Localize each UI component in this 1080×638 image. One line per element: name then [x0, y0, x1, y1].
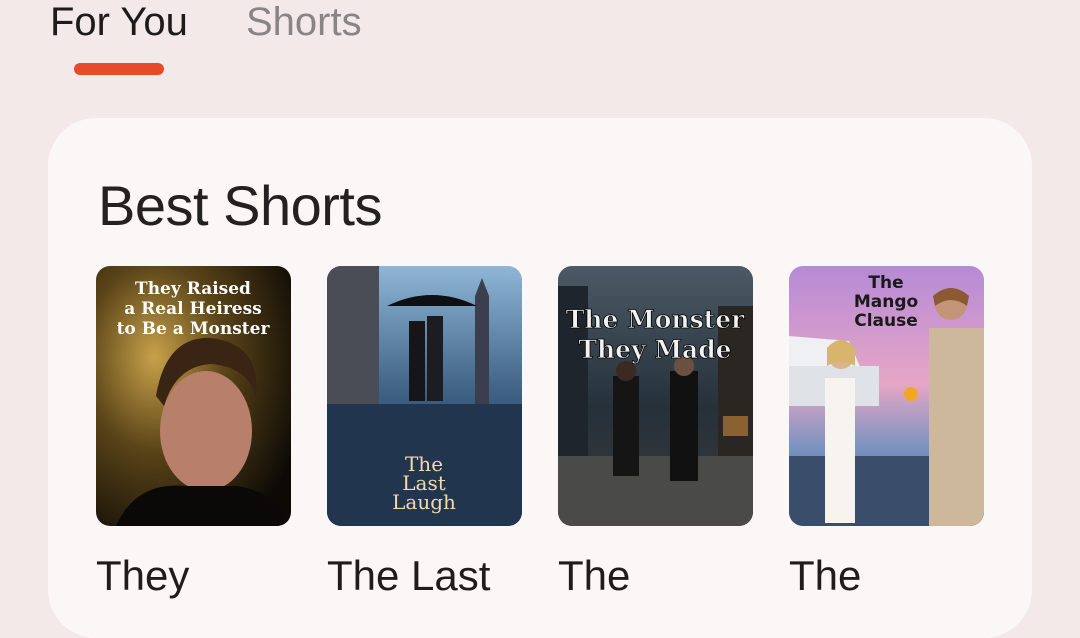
cover-art: The Last Laugh [327, 266, 522, 526]
top-tab-bar: For You Shorts [0, 0, 1080, 100]
cover-title-line: to Be a Monster [117, 319, 271, 339]
cover-title-line: Mango [854, 292, 918, 312]
book-title[interactable]: The [789, 552, 984, 600]
book-cover[interactable]: The Mango Clause [789, 266, 984, 526]
cover-title-line: Clause [854, 311, 918, 331]
active-tab-indicator [74, 63, 164, 75]
section-title: Best Shorts [98, 174, 382, 237]
book-cover[interactable]: The Monster They Made [558, 266, 753, 526]
book-cover[interactable]: The Last Laugh [327, 266, 522, 526]
book-title[interactable]: The Last [327, 552, 522, 600]
cover-title-line: a Real Heiress [124, 299, 262, 319]
cover-art: The Monster They Made [558, 266, 753, 526]
cover-art: They Raised a Real Heiress to Be a Monst… [96, 266, 291, 526]
cover-title-line: Laugh [392, 490, 456, 514]
book-title[interactable]: The [558, 552, 753, 600]
tab-shorts[interactable]: Shorts [246, 0, 362, 46]
cover-title-line: They Made [578, 335, 731, 364]
cover-title-line: They Raised [135, 279, 251, 299]
book-item[interactable]: They Raised a Real Heiress to Be a Monst… [96, 266, 291, 600]
book-title[interactable]: They [96, 552, 291, 600]
book-item[interactable]: The Mango Clause The [789, 266, 984, 600]
book-cover[interactable]: They Raised a Real Heiress to Be a Monst… [96, 266, 291, 526]
cover-title-line: The [868, 273, 903, 293]
cover-art: The Mango Clause [789, 266, 984, 526]
cover-title-line: The Monster [566, 305, 745, 334]
book-item[interactable]: The Monster They Made The [558, 266, 753, 600]
book-item[interactable]: The Last Laugh The Last [327, 266, 522, 600]
best-shorts-card: Best Shorts They Raised a Real Heiress t… [48, 118, 1032, 638]
tab-for-you[interactable]: For You [50, 0, 188, 46]
